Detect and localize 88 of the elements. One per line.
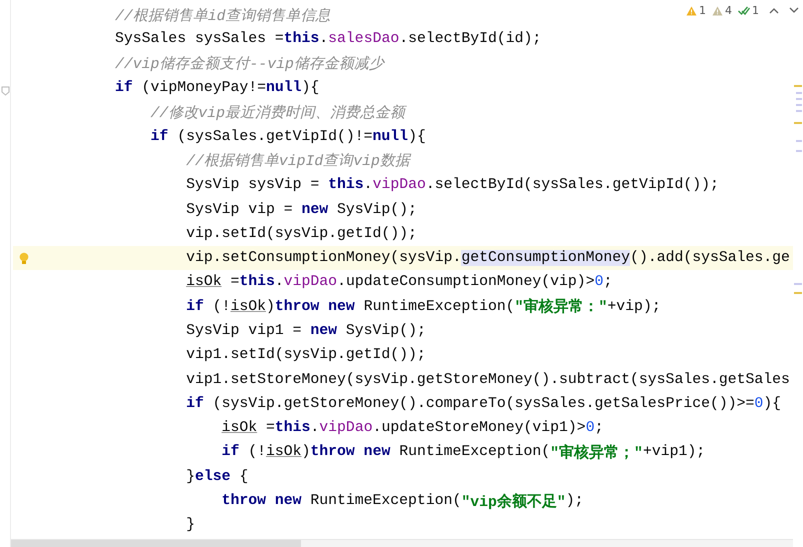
scrollbar-thumb[interactable] (11, 540, 301, 547)
keyword: this (239, 274, 275, 290)
variable-name: isOk (222, 420, 258, 436)
number-literal: 0 (586, 420, 595, 436)
fold-marker-icon[interactable] (0, 86, 10, 96)
code-text: vip.setConsumptionMoney(sysVip. (186, 250, 462, 266)
code-text: ); (566, 493, 584, 510)
code-text: SysVip vip1 = (186, 323, 302, 339)
field-name: salesDao (328, 31, 400, 48)
code-text: SysVip vip = (186, 202, 294, 218)
variable-name: isOk (186, 274, 222, 290)
code-text: .selectById(sysSales.getVipId()); (426, 177, 719, 194)
code-text: } (186, 468, 195, 485)
code-text: SysVip sysVip = (186, 177, 320, 194)
code-text: ){ (763, 396, 782, 412)
code-text: RuntimeException( (309, 493, 462, 510)
code-text: . (364, 177, 373, 194)
lightbulb-icon[interactable] (18, 252, 28, 265)
string-literal: "审核异常：" (514, 297, 608, 316)
keyword: this (274, 420, 310, 436)
code-comment: //根据销售单vipId查询vip数据 (186, 152, 410, 170)
code-text: SysVip(); (336, 202, 417, 218)
code-text: ; (603, 274, 612, 290)
string-literal: "审核异常；" (550, 443, 643, 462)
keyword: throw new (222, 493, 302, 510)
variable-name: isOk (266, 444, 302, 460)
code-text: vip1.setStoreMoney(sysVip.getStoreMoney().subtract(sysSales.getSales (186, 372, 790, 388)
code-text: (sysVip.getStoreMoney().compareTo(sysSales.getSalesPrice())>= (212, 396, 754, 412)
code-text: SysSales sysSales = (115, 31, 284, 48)
code-text: (sysSales.getVipId()!= (176, 128, 373, 145)
keyword: if (186, 396, 204, 412)
code-comment: //根据销售单id查询销售单信息 (115, 6, 331, 25)
keyword: new (302, 202, 328, 218)
chevron-up-icon[interactable] (769, 7, 779, 14)
string-literal: "vip余额不足" (461, 492, 566, 511)
keyword: if (150, 128, 168, 145)
keyword: throw new (274, 298, 355, 315)
keyword: if (186, 298, 204, 315)
keyword: else (194, 468, 230, 485)
code-text: ) (266, 298, 275, 315)
keyword: throw new (310, 444, 390, 460)
code-text: = (229, 274, 240, 290)
variable-name: isOk (230, 298, 266, 315)
code-text: ){ (302, 80, 320, 96)
code-comment: //修改vip最近消费时间、消费总金额 (150, 104, 405, 122)
code-text: (! (247, 444, 266, 460)
code-text: ){ (408, 128, 426, 145)
code-text: RuntimeException( (398, 444, 550, 460)
keyword: this (328, 177, 364, 194)
code-text: (vipMoneyPay!= (140, 80, 266, 96)
inspection-counter[interactable]: 1 (738, 4, 759, 17)
double-check-icon (738, 6, 750, 16)
highlighted-usage: getConsumptionMoney (461, 250, 630, 266)
code-text: +vip); (607, 298, 661, 315)
keyword: this (284, 31, 320, 48)
code-text: ().add(sysSales.ge (630, 250, 790, 266)
code-comment: //vip储存金额支付--vip储存金额减少 (115, 54, 384, 74)
keyword: null (372, 128, 408, 145)
code-text: . (274, 274, 284, 290)
inspection-counter[interactable]: 1 (686, 4, 706, 17)
number-literal: 0 (594, 274, 604, 290)
code-text: . (319, 31, 328, 48)
code-text: vip.setId(sysVip.getId()); (186, 226, 417, 242)
code-text: SysVip(); (344, 323, 426, 339)
code-text: RuntimeException( (362, 298, 515, 315)
code-text: .updateStoreMoney(vip1)> (372, 420, 586, 436)
keyword: new (310, 323, 338, 339)
code-text: .updateConsumptionMoney(vip)> (337, 274, 595, 290)
keyword: if (222, 444, 240, 460)
horizontal-scrollbar[interactable] (11, 539, 793, 547)
code-text: (! (212, 298, 230, 315)
code-text: ; (594, 420, 604, 436)
keyword: null (266, 80, 302, 96)
code-text: ) (302, 444, 310, 460)
field-name: vipDao (319, 420, 373, 436)
number-literal: 0 (754, 396, 764, 412)
inspection-counter[interactable]: 4 (712, 4, 732, 17)
field-name: vipDao (372, 177, 426, 194)
field-name: vipDao (284, 274, 338, 290)
keyword: if (115, 80, 133, 96)
code-text: = (264, 420, 275, 436)
code-text: +vip1); (642, 444, 706, 460)
code-text: . (310, 420, 320, 436)
code-text: vip1.setId(sysVip.getId()); (186, 347, 426, 364)
code-text: { (238, 468, 248, 485)
code-text: .selectById(id); (399, 31, 542, 48)
chevron-down-icon[interactable] (789, 7, 799, 14)
code-text: } (186, 517, 195, 534)
